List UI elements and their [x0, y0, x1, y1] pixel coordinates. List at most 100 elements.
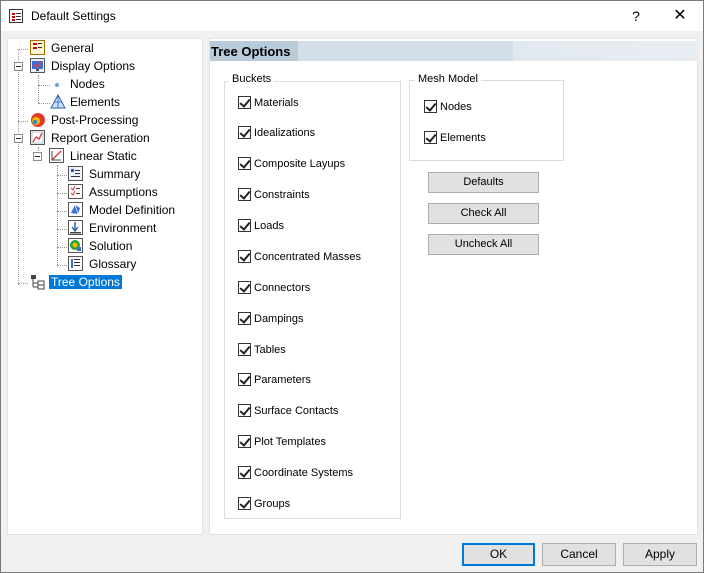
tree-item-display-options[interactable]: Display Options	[49, 58, 137, 74]
checkbox-loads[interactable]: Loads	[238, 219, 284, 235]
tree-item-linear-static[interactable]: Linear Static	[68, 148, 139, 164]
tree-connector	[38, 75, 39, 103]
tree-connector	[38, 85, 50, 86]
tree-item-nodes[interactable]: Nodes	[68, 76, 107, 92]
close-button[interactable]: ✕	[668, 5, 692, 27]
tree-item-tree-options[interactable]: Tree Options	[49, 274, 122, 290]
checkbox-composite-layups[interactable]: Composite Layups	[238, 157, 345, 173]
tree-options-icon	[30, 274, 46, 290]
tree-item-elements[interactable]: Elements	[68, 94, 122, 110]
tree-connector	[57, 211, 67, 212]
checkbox-box[interactable]	[238, 497, 251, 510]
checkbox-label: Composite Layups	[254, 158, 346, 170]
title-bar[interactable]: Default Settings ? ✕	[1, 1, 703, 31]
checkbox-dampings[interactable]: Dampings	[238, 312, 304, 328]
checkbox-constraints[interactable]: Constraints	[238, 188, 310, 204]
checkbox-materials[interactable]: Materials	[238, 96, 299, 112]
tree-item-assumptions[interactable]: Assumptions	[87, 184, 160, 200]
checkbox-box[interactable]	[424, 100, 437, 113]
checkbox-tables[interactable]: Tables	[238, 343, 286, 359]
checkbox-mesh-elements[interactable]: Elements	[424, 131, 486, 147]
uncheck-all-button[interactable]: Uncheck All	[428, 234, 539, 255]
checkbox-parameters[interactable]: Parameters	[238, 373, 311, 389]
panel-header-band	[298, 41, 513, 61]
checkbox-idealizations[interactable]: Idealizations	[238, 126, 315, 142]
apply-button[interactable]: Apply	[623, 543, 697, 566]
checkbox-label: Constraints	[254, 189, 310, 201]
checkbox-box[interactable]	[238, 157, 251, 170]
tree-item-label: Post-Processing	[51, 113, 139, 127]
tree-connector	[57, 265, 67, 266]
checkbox-label: Dampings	[254, 313, 304, 325]
checkbox-connectors[interactable]: Connectors	[238, 281, 310, 297]
checkbox-label: Loads	[254, 220, 284, 232]
checkbox-box[interactable]	[238, 466, 251, 479]
checkbox-box[interactable]	[238, 188, 251, 201]
cancel-button[interactable]: Cancel	[542, 543, 616, 566]
tree-item-model-definition[interactable]: Model Definition	[87, 202, 177, 218]
checkbox-label: Tables	[254, 344, 286, 356]
environment-icon	[68, 220, 83, 235]
checkbox-box[interactable]	[424, 131, 437, 144]
tree-connector	[18, 49, 28, 50]
checkbox-plot-templates[interactable]: Plot Templates	[238, 435, 326, 451]
tree-item-label: Elements	[70, 95, 121, 109]
mesh-model-legend: Mesh Model	[415, 73, 481, 85]
checkbox-concentrated-masses[interactable]: Concentrated Masses	[238, 250, 361, 266]
model-definition-icon	[68, 202, 83, 217]
tree-item-solution[interactable]: Solution	[87, 238, 134, 254]
checkbox-label: Nodes	[440, 101, 472, 113]
checkbox-mesh-nodes[interactable]: Nodes	[424, 100, 472, 116]
checkbox-box[interactable]	[238, 281, 251, 294]
tree-item-label: General	[51, 41, 94, 55]
checkbox-box[interactable]	[238, 404, 251, 417]
checkbox-label: Plot Templates	[254, 436, 326, 448]
checkbox-label: Surface Contacts	[254, 405, 339, 417]
checkbox-box[interactable]	[238, 219, 251, 232]
checkbox-box[interactable]	[238, 312, 251, 325]
checkbox-box[interactable]	[238, 96, 251, 109]
tree-item-report-generation[interactable]: Report Generation	[49, 130, 152, 146]
ok-button[interactable]: OK	[462, 543, 535, 566]
element-mesh-icon	[50, 93, 66, 110]
tree-item-label: Nodes	[70, 77, 105, 91]
checkbox-label: Connectors	[254, 282, 311, 294]
node-dot-icon	[55, 83, 59, 87]
collapse-display-options-icon[interactable]	[14, 62, 23, 71]
checkbox-groups[interactable]: Groups	[238, 497, 290, 513]
tree-item-post-processing[interactable]: Post-Processing	[49, 112, 140, 128]
help-button[interactable]: ?	[626, 5, 646, 27]
tree-item-label: Model Definition	[89, 203, 176, 217]
tree-item-label: Linear Static	[70, 149, 137, 163]
check-all-button[interactable]: Check All	[428, 203, 539, 224]
defaults-button[interactable]: Defaults	[428, 172, 539, 193]
collapse-report-generation-icon[interactable]	[14, 134, 23, 143]
collapse-linear-static-icon[interactable]	[33, 152, 42, 161]
checkbox-box[interactable]	[238, 343, 251, 356]
buckets-legend: Buckets	[229, 73, 275, 85]
checkbox-box[interactable]	[238, 435, 251, 448]
tree-connector	[57, 193, 67, 194]
checkbox-box[interactable]	[238, 126, 251, 139]
display-options-icon	[30, 58, 45, 73]
tree-item-general[interactable]: General	[49, 40, 96, 56]
panel-title: Tree Options	[211, 44, 291, 59]
buckets-group	[224, 81, 401, 519]
tree-connector	[38, 103, 50, 104]
checkbox-label: Coordinate Systems	[254, 467, 354, 479]
tree-item-label: Report Generation	[51, 131, 150, 145]
tree-item-summary[interactable]: Summary	[87, 166, 142, 182]
checkbox-surface-contacts[interactable]: Surface Contacts	[238, 404, 338, 420]
tree-item-label: Glossary	[89, 257, 137, 271]
tree-options-panel: Tree Options Buckets Materials Idealizat…	[209, 38, 698, 535]
checkbox-label: Groups	[254, 498, 291, 510]
summary-icon	[68, 166, 83, 181]
tree-connector	[57, 175, 67, 176]
settings-tree[interactable]: General Display Options Nodes Elements P…	[7, 38, 203, 535]
checkbox-box[interactable]	[238, 250, 251, 263]
tree-connector	[18, 283, 28, 284]
tree-item-environment[interactable]: Environment	[87, 220, 158, 236]
checkbox-coordinate-systems[interactable]: Coordinate Systems	[238, 466, 353, 482]
tree-item-glossary[interactable]: Glossary	[87, 256, 138, 272]
checkbox-box[interactable]	[238, 373, 251, 386]
